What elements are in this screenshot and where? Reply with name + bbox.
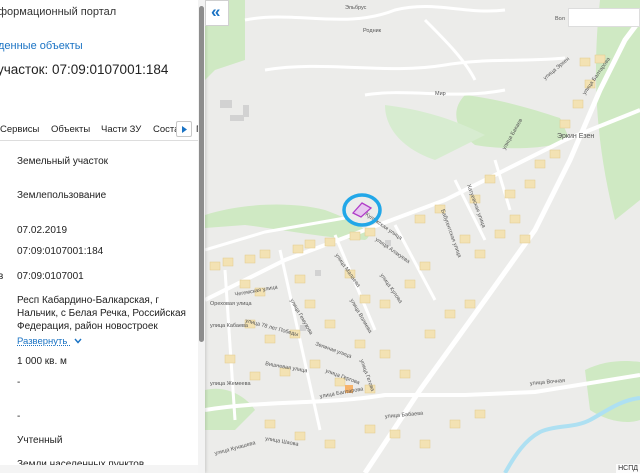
- found-objects-link[interactable]: денные объекты: [0, 40, 83, 52]
- tab-objects[interactable]: Объекты: [51, 124, 90, 135]
- category-value: Землепользование: [17, 190, 107, 201]
- street-label: Ореховая улица: [210, 301, 253, 307]
- tab-parts[interactable]: Части ЗУ: [101, 124, 141, 135]
- cadastral-number-value: 07:09:0107001:184: [17, 246, 104, 257]
- cadastral-quarter-value: 07:09:0107001: [17, 271, 84, 282]
- street-label: Мир: [435, 91, 446, 97]
- empty-value-1: -: [17, 377, 21, 388]
- panel-scrollbar[interactable]: [198, 0, 205, 473]
- quarter-label-fragment: в: [0, 271, 4, 282]
- street-label: Эльбрус: [345, 5, 367, 11]
- parcel-title: участок: 07:09:0107001:184: [0, 62, 169, 77]
- map-view[interactable]: Эльбрус Родник Вол улица Эркен улица Бал…: [205, 0, 640, 473]
- map-canvas[interactable]: Эльбрус Родник Вол улица Эркен улица Бал…: [205, 0, 640, 473]
- info-panel: формационный портал денные объекты участ…: [0, 0, 205, 473]
- portal-title: формационный портал: [0, 6, 117, 18]
- address-value: Респ Кабардино-Балкарская, г Нальчик, с …: [17, 295, 186, 332]
- tab-bar: Сервисы Объекты Части ЗУ Соста П: [0, 118, 205, 141]
- expand-address-link[interactable]: Развернуть: [17, 336, 82, 347]
- expand-label: Развернуть: [17, 336, 68, 347]
- map-search-box[interactable]: [568, 8, 640, 27]
- area-label: Эркин Езен: [557, 133, 594, 140]
- street-label: Родник: [363, 28, 382, 34]
- panel-bottom-strip: [0, 465, 205, 473]
- object-type-value: Земельный участок: [17, 156, 109, 167]
- date-value: 07.02.2019: [17, 225, 68, 236]
- status-value: Учтенный: [17, 435, 63, 446]
- tab-services[interactable]: Сервисы: [0, 124, 39, 135]
- street-label: улица Жемеева: [210, 381, 251, 387]
- chevron-down-icon: [74, 339, 82, 345]
- tabs-scroll-right-button[interactable]: [176, 121, 192, 137]
- area-value: 1 000 кв. м: [17, 356, 67, 367]
- caret-right-icon: [182, 126, 187, 133]
- double-chevron-left-icon: «: [211, 2, 221, 21]
- street-label: улица Кабаева: [210, 323, 249, 329]
- scrollbar-thumb[interactable]: [199, 6, 204, 342]
- empty-value-2: -: [17, 411, 21, 422]
- street-label: Вол: [555, 16, 565, 22]
- map-attribution: НСПД: [616, 464, 640, 473]
- collapse-panel-button[interactable]: «: [205, 0, 229, 26]
